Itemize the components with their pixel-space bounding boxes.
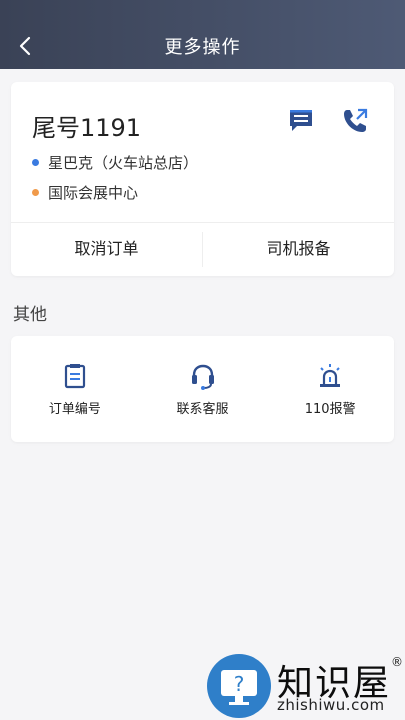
cancel-order-button[interactable]: 取消订单	[11, 223, 202, 276]
headset-icon	[191, 364, 214, 390]
driver-report-button[interactable]: 司机报备	[203, 223, 394, 276]
section-title-other: 其他	[13, 305, 47, 325]
plate-number: 尾号1191	[32, 114, 142, 142]
page-title: 更多操作	[164, 37, 241, 58]
order-number-label: 订单编号	[48, 402, 101, 417]
watermark-registered: ®	[391, 655, 403, 669]
destination-location: 国际会展中心	[32, 182, 138, 203]
police-alarm-label: 110报警	[304, 402, 356, 417]
trip-card: 尾号1191 星巴克（火车站总店） 国际会展中心 取消订单 司机报备	[11, 82, 394, 276]
start-dot	[32, 159, 39, 166]
order-number-button[interactable]: 订单编号	[11, 336, 139, 442]
start-location: 星巴克（火车站总店）	[32, 152, 198, 173]
clipboard-icon	[64, 364, 85, 389]
trip-actions: 取消订单 司机报备	[11, 222, 394, 276]
svg-text:?: ?	[234, 672, 245, 696]
header: 更多操作	[0, 0, 405, 69]
contact-support-label: 联系客服	[176, 402, 229, 417]
police-alarm-button[interactable]: 110报警	[266, 336, 394, 442]
destination-dot	[32, 189, 39, 196]
alarm-light-icon	[320, 364, 341, 387]
destination-location-text: 国际会展中心	[48, 184, 139, 202]
message-icon[interactable]	[287, 107, 315, 135]
start-location-text: 星巴克（火车站总店）	[48, 154, 199, 172]
watermark-url: zhishiwu.com	[277, 696, 385, 714]
phone-icon[interactable]	[341, 107, 369, 135]
monitor-question-icon: ?	[221, 670, 257, 705]
watermark-logo: ?	[207, 654, 271, 718]
other-card: 订单编号 联系客服 110报警	[11, 336, 394, 442]
contact-support-button[interactable]: 联系客服	[139, 336, 267, 442]
